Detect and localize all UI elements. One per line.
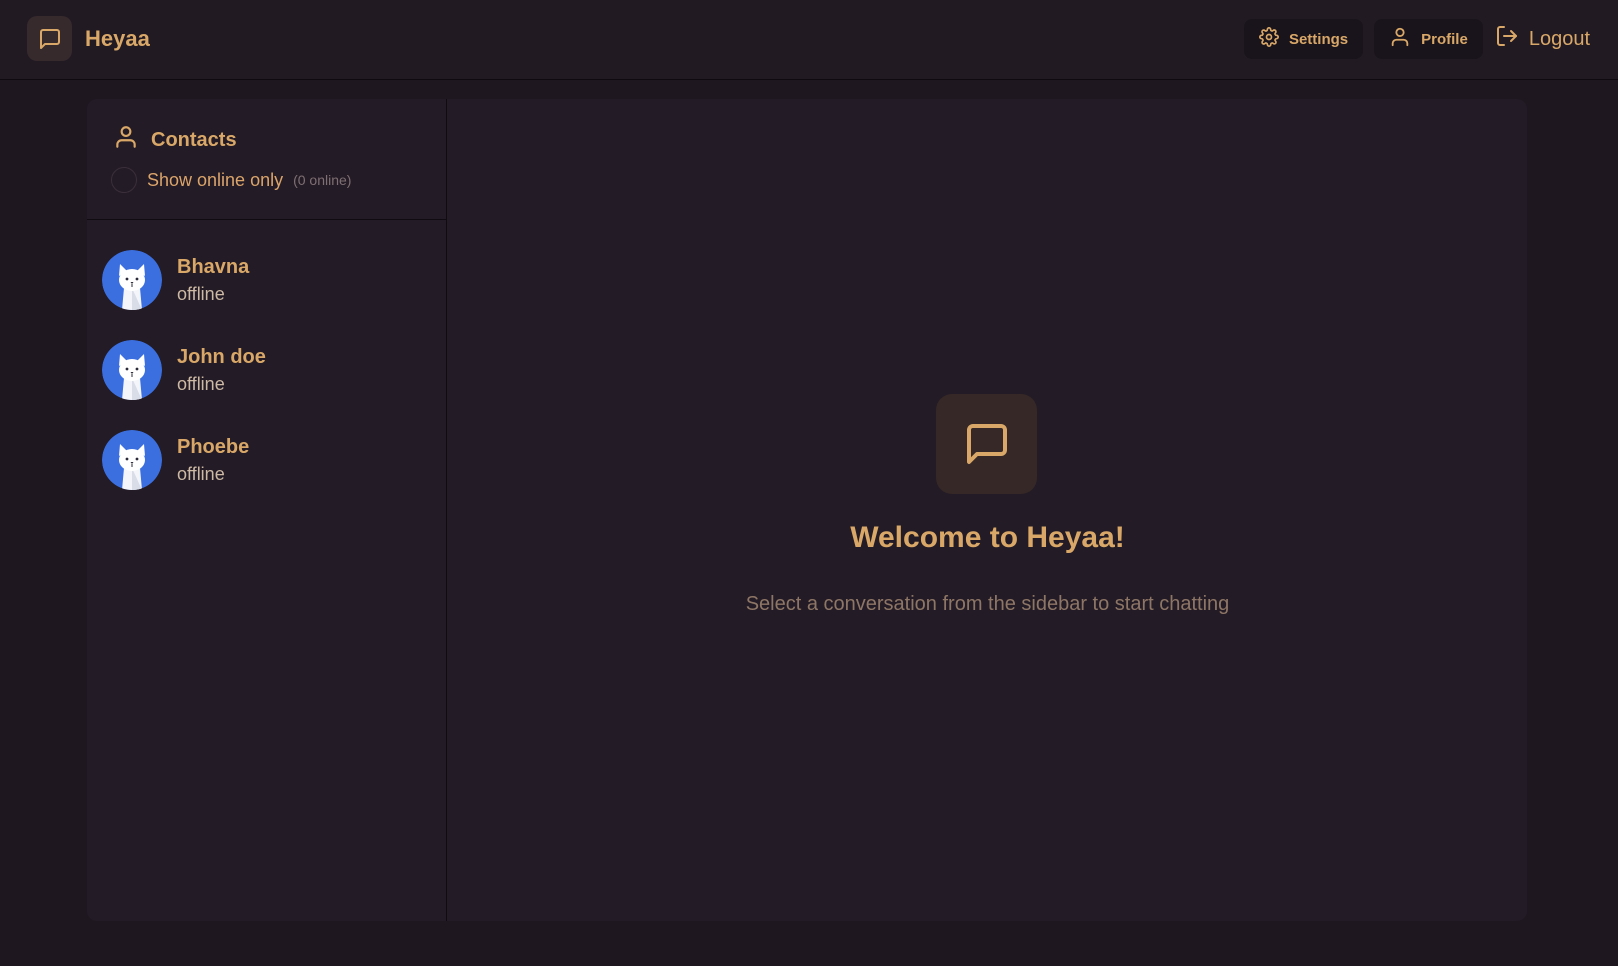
online-filter: Show online only (0 online) xyxy=(111,167,446,193)
show-online-label[interactable]: Show online only xyxy=(147,170,283,191)
contact-status: offline xyxy=(177,374,225,394)
avatar xyxy=(102,250,162,310)
contacts-heading: Contacts xyxy=(113,125,446,155)
top-navbar: Heyaa Settings Profile Logout xyxy=(0,0,1618,80)
contact-status: offline xyxy=(177,464,225,484)
contact-status: offline xyxy=(177,284,225,304)
message-square-icon xyxy=(27,16,72,61)
contact-list: Bhavna offline John doe offline Phoebe o… xyxy=(87,220,446,490)
gear-icon xyxy=(1259,27,1289,51)
welcome-panel: Welcome to Heyaa! Select a conversation … xyxy=(448,99,1527,921)
contact-item-john-doe[interactable]: John doe offline xyxy=(87,340,446,400)
logout-button[interactable]: Logout xyxy=(1495,19,1590,59)
contact-name: Bhavna xyxy=(177,256,250,278)
settings-button[interactable]: Settings xyxy=(1243,19,1364,59)
nav-actions: Settings Profile Logout xyxy=(1233,19,1590,59)
profile-button[interactable]: Profile xyxy=(1374,19,1483,59)
online-count: (0 online) xyxy=(293,172,352,188)
avatar xyxy=(102,340,162,400)
settings-label: Settings xyxy=(1288,30,1349,48)
show-online-checkbox[interactable] xyxy=(111,167,137,193)
message-square-icon xyxy=(936,394,1037,494)
contact-item-bhavna[interactable]: Bhavna offline xyxy=(87,250,446,310)
profile-label: Profile xyxy=(1421,30,1468,48)
chat-container: Contacts Show online only (0 online) Bha… xyxy=(87,99,1527,921)
sidebar-header: Contacts Show online only (0 online) xyxy=(87,99,446,220)
welcome-subtitle: Select a conversation from the sidebar t… xyxy=(745,593,1230,615)
contacts-title: Contacts xyxy=(151,128,237,151)
user-icon xyxy=(113,123,139,157)
contact-name: John doe xyxy=(177,346,266,368)
contact-name: Phoebe xyxy=(177,436,250,458)
user-icon xyxy=(1389,26,1421,52)
contacts-sidebar: Contacts Show online only (0 online) Bha… xyxy=(87,99,447,921)
avatar xyxy=(102,430,162,490)
welcome-title: Welcome to Heyaa! xyxy=(850,521,1125,554)
app-name: Heyaa xyxy=(85,25,150,51)
contact-item-phoebe[interactable]: Phoebe offline xyxy=(87,430,446,490)
logout-label: Logout xyxy=(1528,27,1590,50)
brand[interactable]: Heyaa xyxy=(27,16,150,61)
logout-icon xyxy=(1495,24,1529,54)
